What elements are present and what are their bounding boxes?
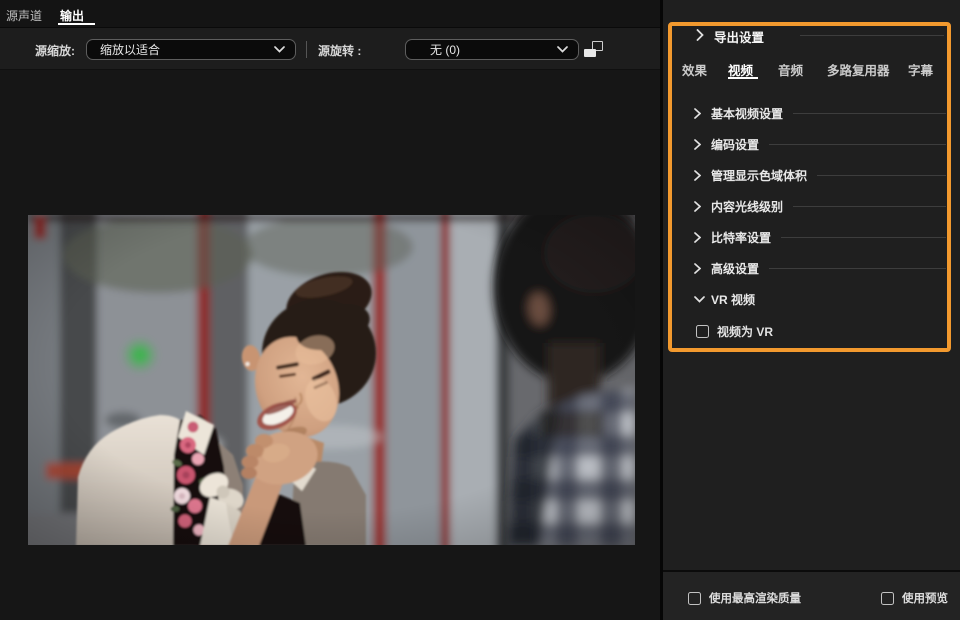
max-render-quality-row: 使用最高渲染质量 — [688, 590, 801, 606]
chevron-right-icon — [696, 29, 704, 41]
chevron-right-icon — [694, 263, 706, 274]
use-previews-row: 使用预览 — [881, 590, 948, 606]
preview-tabbar: 源声道 输出 — [0, 0, 660, 28]
section-label: 基本视频设置 — [711, 105, 783, 122]
section-advanced-settings[interactable]: 高级设置 — [694, 254, 946, 282]
tab-source-channels[interactable]: 源声道 — [6, 7, 42, 24]
chevron-right-icon — [694, 108, 706, 119]
chevron-right-icon — [694, 201, 706, 212]
chevron-right-icon — [694, 170, 706, 181]
chevron-down-icon — [274, 46, 285, 53]
chevron-down-icon — [557, 46, 568, 53]
source-scaling-label: 源缩放: — [35, 42, 75, 59]
section-label: 编码设置 — [711, 136, 759, 153]
max-render-quality-label: 使用最高渲染质量 — [709, 590, 801, 606]
source-rotation-label: 源旋转 : — [318, 42, 361, 59]
frame-fill — [584, 49, 596, 57]
section-bitrate-settings[interactable]: 比特率设置 — [694, 223, 946, 251]
section-vr-video[interactable]: VR 视频 — [694, 285, 946, 313]
export-settings-title: 导出设置 — [714, 27, 764, 46]
section-basic-video-settings[interactable]: 基本视频设置 — [694, 99, 946, 127]
section-label: 比特率设置 — [711, 229, 771, 246]
source-scaling-value: 缩放以适合 — [100, 41, 160, 58]
section-label: 高级设置 — [711, 260, 759, 277]
tab-multiplexer[interactable]: 多路复用器 — [827, 60, 890, 79]
section-divider-line — [793, 206, 946, 207]
section-color-gamut-volume[interactable]: 管理显示色域体积 — [694, 161, 946, 189]
chevron-down-icon — [694, 296, 706, 303]
active-tab-underline — [58, 23, 95, 25]
chevron-right-icon — [694, 139, 706, 150]
overlapping-frames-icon[interactable] — [584, 41, 603, 57]
max-render-quality-checkbox[interactable] — [688, 592, 701, 605]
tab-effects[interactable]: 效果 — [682, 60, 707, 79]
video-preview-area — [0, 70, 660, 620]
video-is-vr-label: 视频为 VR — [717, 323, 773, 340]
preview-panel: 源声道 输出 源缩放: 缩放以适合 源旋转 : 无 (0) — [0, 0, 660, 620]
video-still-illustration — [28, 215, 635, 545]
render-options-footer: 使用最高渲染质量 使用预览 — [663, 570, 960, 620]
tab-captions[interactable]: 字幕 — [908, 60, 933, 79]
tab-audio[interactable]: 音频 — [778, 60, 803, 79]
export-settings-panel: 导出设置 效果 视频 音频 多路复用器 字幕 基本视频设置 编码设置 管理显示色… — [663, 0, 960, 620]
source-scaling-select[interactable]: 缩放以适合 — [86, 39, 296, 60]
video-is-vr-row: 视频为 VR — [696, 321, 773, 341]
section-encoding-settings[interactable]: 编码设置 — [694, 130, 946, 158]
section-label: 管理显示色域体积 — [711, 167, 807, 184]
video-is-vr-checkbox[interactable] — [696, 325, 709, 338]
section-divider-line — [781, 237, 946, 238]
section-content-light-level[interactable]: 内容光线级别 — [694, 192, 946, 220]
section-divider-line — [793, 113, 946, 114]
source-rotation-value: 无 (0) — [430, 41, 460, 58]
section-label: VR 视频 — [711, 291, 755, 308]
section-divider-line — [769, 268, 946, 269]
section-label: 内容光线级别 — [711, 198, 783, 215]
source-rotation-select[interactable]: 无 (0) — [405, 39, 579, 60]
chevron-right-icon — [694, 232, 706, 243]
section-divider-line — [769, 144, 946, 145]
tab-output[interactable]: 输出 — [60, 7, 84, 24]
video-frame — [28, 215, 635, 545]
export-settings-window: 源声道 输出 源缩放: 缩放以适合 源旋转 : 无 (0) — [0, 0, 960, 620]
use-previews-label: 使用预览 — [902, 590, 948, 606]
use-previews-checkbox[interactable] — [881, 592, 894, 605]
export-settings-header[interactable]: 导出设置 — [663, 27, 960, 43]
toolbar-separator — [306, 41, 307, 58]
header-divider-line — [800, 35, 944, 36]
preview-toolbar: 源缩放: 缩放以适合 源旋转 : 无 (0) — [0, 28, 660, 70]
section-divider-line — [817, 175, 946, 176]
active-tab-underline — [728, 77, 758, 79]
